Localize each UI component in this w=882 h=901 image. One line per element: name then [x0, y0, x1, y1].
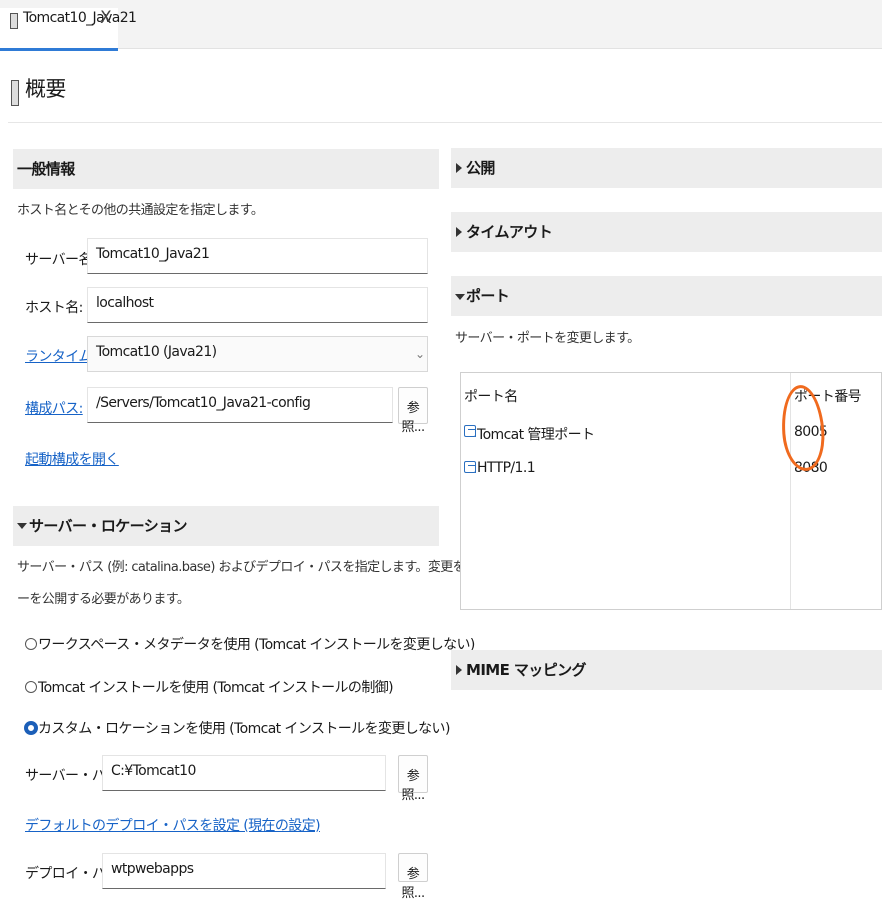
radio-workspace-metadata[interactable]: [25, 638, 37, 650]
host-name-label: ホスト名:: [25, 300, 83, 316]
timeout-title: タイムアウト: [466, 223, 553, 241]
server-locations-title: サーバー・ロケーション: [29, 517, 188, 535]
collapsed-triangle-icon: [456, 227, 462, 237]
config-path-field[interactable]: /Servers/Tomcat10_Java21-config: [87, 387, 393, 423]
ports-description: サーバー・ポートを変更します。: [455, 331, 640, 346]
server-locations-description-line2: ーを公開する必要があります。: [17, 592, 190, 607]
chevron-down-icon: ⌄: [415, 347, 425, 361]
publish-section-header[interactable]: [451, 148, 882, 188]
radio-workspace-metadata-label: ワークスペース・メタデータを使用 (Tomcat インストールを変更しない): [38, 637, 475, 653]
expanded-triangle-icon: [455, 294, 465, 300]
column-header-port-name[interactable]: ポート名: [464, 386, 518, 406]
port-name-cell[interactable]: Tomcat 管理ポート: [477, 424, 595, 444]
page-title: 概要: [25, 77, 66, 101]
config-path-browse-button[interactable]: 参照...: [398, 387, 428, 435]
host-name-field[interactable]: localhost: [87, 287, 428, 323]
server-config-icon: [10, 13, 18, 29]
server-name-label: サーバー名:: [25, 252, 97, 268]
ports-title: ポート: [466, 287, 510, 305]
server-path-field[interactable]: C:¥Tomcat10: [102, 755, 386, 791]
header-divider: [8, 122, 882, 123]
default-deploy-path-link[interactable]: デフォルトのデプロイ・パスを設定 (現在の設定): [25, 815, 321, 835]
close-icon[interactable]: X: [100, 8, 112, 28]
publish-title: 公開: [466, 159, 495, 177]
server-name-field[interactable]: Tomcat10_Java21: [87, 238, 428, 274]
deploy-path-browse-button[interactable]: 参照...: [398, 853, 428, 901]
general-info-title: 一般情報: [17, 160, 75, 178]
radio-tomcat-install[interactable]: [25, 681, 37, 693]
ports-section-header[interactable]: [451, 276, 882, 316]
mime-mapping-title: MIME マッピング: [466, 661, 587, 679]
port-icon: [464, 461, 476, 473]
server-path-browse-button[interactable]: 参照...: [398, 755, 428, 803]
collapsed-triangle-icon: [456, 665, 462, 675]
general-info-section-header: [13, 149, 439, 189]
radio-tomcat-install-label: Tomcat インストールを使用 (Tomcat インストールの制御): [38, 680, 394, 696]
expanded-triangle-icon: [17, 523, 27, 529]
collapsed-triangle-icon: [456, 163, 462, 173]
open-launch-config-link[interactable]: 起動構成を開く: [25, 449, 119, 469]
overview-icon: [11, 80, 19, 106]
deploy-path-field[interactable]: wtpwebapps: [102, 853, 386, 889]
port-icon: [464, 425, 476, 437]
tab-label: Tomcat10_Java21: [23, 10, 137, 26]
radio-custom-location[interactable]: [24, 721, 38, 735]
port-name-cell[interactable]: HTTP/1.1: [477, 460, 536, 476]
general-info-description: ホスト名とその他の共通設定を指定します。: [17, 203, 264, 218]
runtime-environment-value: Tomcat10 (Java21): [96, 344, 217, 360]
config-path-link[interactable]: 構成パス:: [25, 398, 83, 418]
radio-custom-location-label: カスタム・ロケーションを使用 (Tomcat インストールを変更しない): [38, 721, 450, 737]
runtime-environment-select[interactable]: Tomcat10 (Java21): [87, 336, 428, 372]
